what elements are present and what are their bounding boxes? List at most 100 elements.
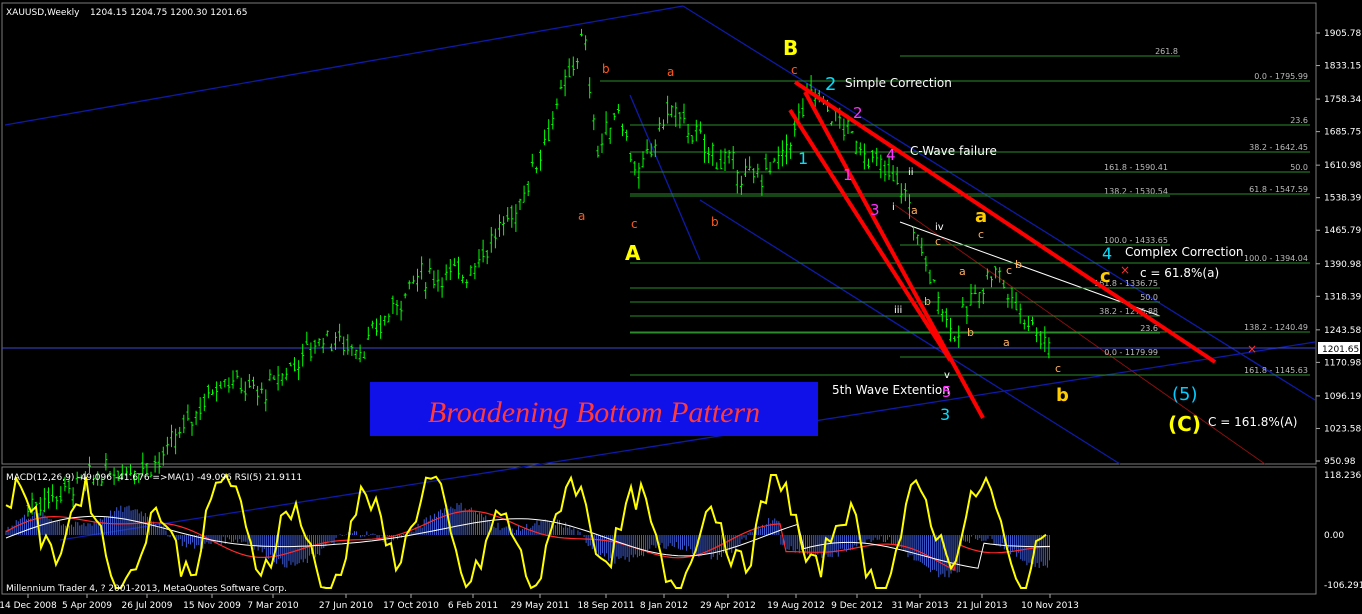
annotation-complex-correction: Complex Correction xyxy=(1125,245,1244,259)
indicator-tick-2: -106.291 xyxy=(1324,581,1362,591)
ohlc-readout: 1204.15 1204.75 1200.30 1201.65 xyxy=(90,8,247,18)
channel-lines xyxy=(2,5,1316,541)
indicator-panel-frame xyxy=(1,466,1317,595)
svg-text:1: 1 xyxy=(843,166,853,184)
svg-text:2: 2 xyxy=(853,104,863,122)
price-tick-3: 1685.75 xyxy=(1324,128,1361,138)
svg-text:iii: iii xyxy=(894,305,902,316)
annotation-c-1618: C = 161.8%(A) xyxy=(1208,415,1297,429)
fib-label-7: 61.8 - 1547.59 xyxy=(1249,185,1308,194)
price-tick-5: 1538.39 xyxy=(1324,194,1361,204)
annotation-fifth-wave: 5th Wave Extention xyxy=(832,383,950,397)
time-tick-3: 15 Nov 2009 xyxy=(183,601,241,611)
svg-text:c: c xyxy=(791,63,798,77)
price-tick-2: 1758.34 xyxy=(1324,95,1361,105)
symbol-title: XAUUSD,Weekly xyxy=(6,8,80,18)
svg-text:i: i xyxy=(892,202,895,213)
svg-text:iv: iv xyxy=(935,222,944,233)
time-tick-5: 27 Jun 2010 xyxy=(319,601,373,611)
svg-text:b: b xyxy=(924,295,931,308)
svg-text:c: c xyxy=(935,235,941,248)
price-axis: 1905.78 1833.15 1758.34 1685.75 1610.98 1538.… xyxy=(1316,29,1362,591)
time-tick-2: 26 Jul 2009 xyxy=(122,601,173,611)
indicator-tick-1: 0.00 xyxy=(1324,531,1344,541)
svg-text:4: 4 xyxy=(886,146,896,164)
time-tick-0: 14 Dec 2008 xyxy=(0,601,57,611)
svg-text:×: × xyxy=(1120,263,1130,277)
current-price-label: 1201.65 xyxy=(1322,345,1359,355)
price-tick-0: 1905.78 xyxy=(1324,29,1361,39)
time-tick-15: 21 Jul 2013 xyxy=(957,601,1008,611)
time-tick-6: 17 Oct 2010 xyxy=(383,601,439,611)
time-tick-1: 5 Apr 2009 xyxy=(62,601,112,611)
fibonacci-levels: 261.80.0 - 1795.9923.638.2 - 1642.45161.… xyxy=(600,47,1310,376)
price-tick-11: 1096.19 xyxy=(1324,392,1361,402)
fib-label-1: 0.0 - 1795.99 xyxy=(1254,72,1308,81)
svg-text:a: a xyxy=(911,204,918,217)
fib-label-2: 23.6 xyxy=(1290,116,1308,125)
fib-label-5: 50.0 xyxy=(1290,163,1308,172)
svg-text:3: 3 xyxy=(940,405,950,424)
price-tick-1: 1833.15 xyxy=(1324,62,1361,72)
time-tick-11: 29 Apr 2012 xyxy=(700,601,756,611)
svg-text:×: × xyxy=(1247,342,1257,356)
svg-text:a: a xyxy=(667,65,674,79)
fib-label-0: 261.8 xyxy=(1155,47,1178,56)
svg-text:5: 5 xyxy=(942,383,952,401)
svg-text:c: c xyxy=(1006,264,1012,277)
fib-label-3: 38.2 - 1642.45 xyxy=(1249,143,1308,152)
annotation-simple-correction: Simple Correction xyxy=(845,76,952,90)
svg-text:v: v xyxy=(944,370,950,381)
time-tick-4: 7 Mar 2010 xyxy=(247,601,299,611)
fib-label-15: 0.0 - 1179.99 xyxy=(1104,348,1158,357)
time-axis: 14 Dec 2008 5 Apr 2009 26 Jul 2009 15 Nov 2… xyxy=(0,594,1079,611)
fib-label-8: 100.0 - 1433.65 xyxy=(1104,236,1168,245)
price-tick-8: 1318.39 xyxy=(1324,292,1361,302)
wave-C: (C) xyxy=(1168,412,1201,436)
svg-text:ii: ii xyxy=(908,167,914,178)
time-tick-7: 6 Feb 2011 xyxy=(448,601,498,611)
time-tick-10: 8 Jan 2012 xyxy=(640,601,688,611)
time-tick-13: 9 Dec 2012 xyxy=(831,601,883,611)
svg-text:a: a xyxy=(975,206,987,227)
price-tick-4: 1610.98 xyxy=(1324,161,1361,171)
fib-label-16: 161.8 - 1145.63 xyxy=(1244,366,1308,375)
time-tick-14: 31 Mar 2013 xyxy=(891,601,948,611)
svg-text:1: 1 xyxy=(798,149,808,168)
price-tick-7: 1390.98 xyxy=(1324,260,1361,270)
svg-text:3: 3 xyxy=(870,201,880,219)
price-tick-13: 950.98 xyxy=(1324,457,1356,467)
annotation-c-wave-failure: C-Wave failure xyxy=(910,144,997,158)
indicator-label: MACD(12,26,9) -49.096 -41.676 =>MA(1) -4… xyxy=(6,473,302,483)
svg-text:c: c xyxy=(978,228,984,241)
fib-label-12: 38.2 - 1276.88 xyxy=(1099,307,1158,316)
price-candles xyxy=(26,28,1051,517)
indicator-tick-0: 118.236 xyxy=(1324,471,1361,481)
annotation-c-618: c = 61.8%(a) xyxy=(1140,266,1219,280)
time-tick-8: 29 May 2011 xyxy=(511,601,570,611)
price-tick-6: 1465.79 xyxy=(1324,226,1361,236)
footer-copyright: Millennium Trader 4, ? 2001-2013, MetaQu… xyxy=(6,584,287,594)
wave-B: B xyxy=(783,36,798,60)
svg-text:a: a xyxy=(1003,336,1010,349)
price-tick-12: 1023.58 xyxy=(1324,424,1361,434)
pattern-banner-text: Broadening Bottom Pattern xyxy=(428,396,760,429)
svg-text:4: 4 xyxy=(1102,244,1112,263)
price-tick-9: 1243.58 xyxy=(1324,326,1361,336)
svg-text:c: c xyxy=(1100,266,1111,287)
time-tick-12: 19 Aug 2012 xyxy=(767,601,825,611)
wave-five-paren: (5) xyxy=(1172,384,1198,405)
fib-label-14: 138.2 - 1240.49 xyxy=(1244,323,1308,332)
svg-text:b: b xyxy=(1015,258,1022,271)
svg-text:b: b xyxy=(711,215,719,229)
svg-text:b: b xyxy=(1056,385,1069,406)
fib-label-11: 50.0 xyxy=(1140,293,1158,302)
svg-text:a: a xyxy=(959,265,966,278)
svg-text:b: b xyxy=(602,62,610,76)
chart-canvas: 261.80.0 - 1795.9923.638.2 - 1642.45161.… xyxy=(0,2,1362,611)
wave-A: A xyxy=(625,241,641,265)
svg-text:2: 2 xyxy=(825,74,836,95)
svg-text:c: c xyxy=(631,217,638,231)
fib-label-4: 161.8 - 1590.41 xyxy=(1104,163,1168,172)
fib-label-9: 100.0 - 1394.04 xyxy=(1244,254,1308,263)
